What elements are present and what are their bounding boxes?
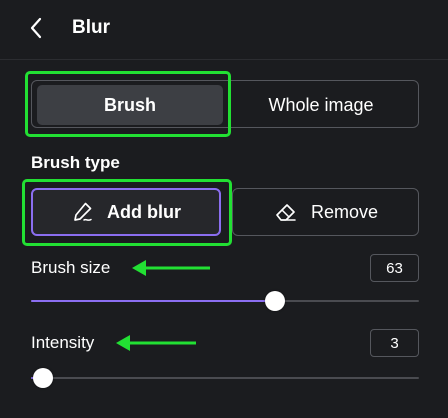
remove-button[interactable]: Remove: [232, 188, 419, 236]
annotation-arrow-intensity: [116, 335, 196, 351]
eraser-icon: [276, 204, 296, 221]
brush-icon: [74, 202, 92, 221]
add-blur-label: Add blur: [107, 201, 181, 222]
remove-label: Remove: [310, 201, 379, 222]
tab-brush[interactable]: Brush: [37, 85, 223, 125]
annotation-arrow-brush-size: [132, 260, 210, 276]
panel-title: Blur: [72, 17, 110, 38]
brush-size-slider-fill: [31, 300, 276, 302]
brush-type-label: Brush type: [31, 153, 120, 172]
panel-header: Blur: [0, 0, 448, 60]
add-blur-button[interactable]: Add blur: [31, 188, 221, 236]
intensity-slider-track[interactable]: [31, 368, 419, 388]
brush-size-slider-thumb[interactable]: [265, 291, 286, 311]
chevron-left-icon: [30, 17, 42, 39]
mode-segmented-control: Brush Whole image: [31, 80, 419, 128]
brush-size-label: Brush size: [31, 258, 111, 277]
brush-size-input[interactable]: 63: [370, 254, 419, 282]
intensity-input[interactable]: 3: [370, 329, 419, 357]
intensity-slider-thumb[interactable]: [32, 368, 53, 388]
intensity-label: Intensity: [31, 333, 95, 352]
back-button[interactable]: [24, 16, 48, 40]
brush-size-slider-track[interactable]: [31, 291, 419, 311]
tab-whole-image[interactable]: Whole image: [228, 85, 414, 125]
